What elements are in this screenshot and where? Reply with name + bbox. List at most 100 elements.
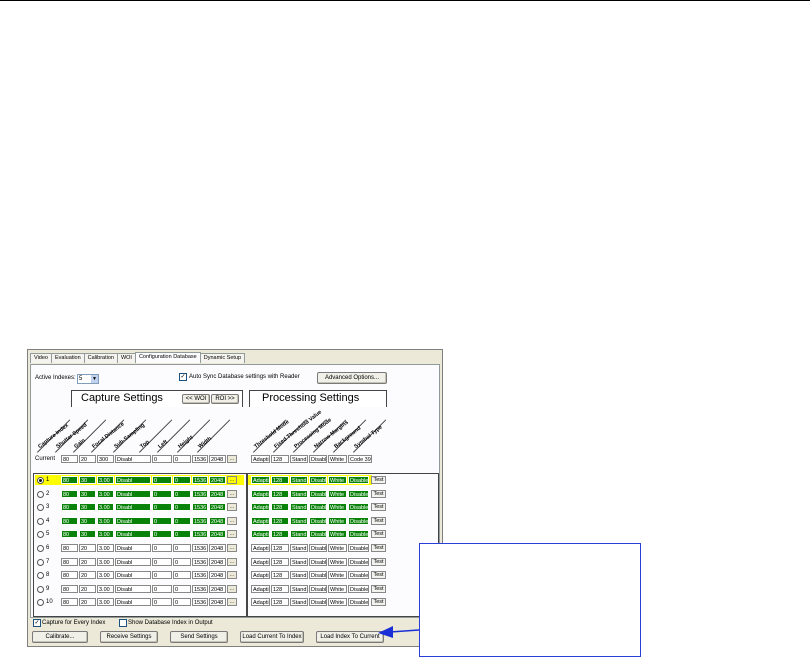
processing-field[interactable]: Disabled: [348, 571, 369, 579]
capture-field[interactable]: 0: [173, 544, 191, 552]
capture-field[interactable]: 2048: [209, 490, 226, 498]
index-radio-button[interactable]: [37, 586, 44, 593]
show-database-index-checkbox[interactable]: [119, 619, 127, 627]
index-radio-button[interactable]: [37, 504, 44, 511]
test-button[interactable]: Test: [371, 598, 386, 606]
receive-settings-button[interactable]: Receive Settings: [100, 631, 158, 643]
capture-field[interactable]: 0: [173, 490, 191, 498]
capture-field[interactable]: 1536: [192, 585, 208, 593]
current-capture-field[interactable]: Disabl: [115, 455, 151, 463]
processing-field[interactable]: Disabled: [348, 530, 369, 538]
test-button[interactable]: Test: [371, 585, 386, 593]
capture-field[interactable]: 1536: [192, 517, 208, 525]
load-index-to-current-button[interactable]: Load Index To Current: [316, 631, 384, 643]
roi-ellipsis-button[interactable]: ...: [227, 544, 237, 552]
current-processing-field[interactable]: 128: [271, 455, 289, 463]
processing-field[interactable]: Adapti: [251, 530, 270, 538]
capture-field[interactable]: 3.00: [97, 476, 114, 484]
capture-field[interactable]: 3.00: [97, 585, 114, 593]
capture-field[interactable]: 0: [152, 558, 172, 566]
roi-ellipsis-button[interactable]: ...: [227, 530, 237, 538]
capture-field[interactable]: Disabl: [115, 530, 151, 538]
auto-sync-checkbox[interactable]: ✓: [179, 373, 187, 381]
processing-field[interactable]: Adapti: [251, 490, 270, 498]
capture-field[interactable]: 3.00: [97, 598, 114, 606]
current-capture-field[interactable]: 0: [173, 455, 191, 463]
capture-field[interactable]: 30: [79, 490, 96, 498]
current-capture-field[interactable]: 20: [79, 455, 96, 463]
capture-field[interactable]: 1536: [192, 476, 208, 484]
capture-field[interactable]: 30: [79, 517, 96, 525]
processing-field[interactable]: White: [328, 490, 347, 498]
capture-field[interactable]: 1536: [192, 503, 208, 511]
processing-field[interactable]: Disabled: [348, 476, 369, 484]
capture-field[interactable]: 80: [61, 585, 78, 593]
processing-field[interactable]: Stand: [290, 490, 308, 498]
index-radio-button[interactable]: [37, 599, 44, 606]
processing-field[interactable]: White: [328, 571, 347, 579]
capture-field[interactable]: 1536: [192, 598, 208, 606]
index-radio-button[interactable]: [37, 559, 44, 566]
capture-every-index-checkbox[interactable]: ✓: [33, 619, 41, 627]
capture-field[interactable]: 3.00: [97, 517, 114, 525]
capture-field[interactable]: 3.00: [97, 571, 114, 579]
capture-field[interactable]: Disabl: [115, 598, 151, 606]
capture-field[interactable]: 3.00: [97, 530, 114, 538]
processing-field[interactable]: Disabled: [348, 503, 369, 511]
capture-field[interactable]: 0: [173, 558, 191, 566]
processing-field[interactable]: White: [328, 530, 347, 538]
capture-field[interactable]: 80: [61, 476, 78, 484]
capture-field[interactable]: 2048: [209, 598, 226, 606]
current-capture-field[interactable]: 80: [61, 455, 78, 463]
capture-field[interactable]: 2048: [209, 517, 226, 525]
roi-ellipsis-button[interactable]: ...: [227, 585, 237, 593]
tab-configuration-database[interactable]: Configuration Database: [134, 352, 201, 363]
processing-field[interactable]: Disabl: [309, 503, 327, 511]
capture-field[interactable]: 20: [79, 558, 96, 566]
processing-field[interactable]: 128: [271, 530, 289, 538]
capture-field[interactable]: 2048: [209, 530, 226, 538]
processing-field[interactable]: Adapti: [251, 585, 270, 593]
index-radio-button[interactable]: [37, 477, 44, 484]
processing-field[interactable]: Stand: [290, 558, 308, 566]
processing-field[interactable]: Disabled: [348, 558, 369, 566]
capture-field[interactable]: 0: [173, 585, 191, 593]
processing-field[interactable]: Stand: [290, 571, 308, 579]
capture-field[interactable]: 80: [61, 530, 78, 538]
capture-field[interactable]: 30: [79, 476, 96, 484]
roi-ellipsis-button[interactable]: ...: [227, 517, 237, 525]
test-button[interactable]: Test: [371, 517, 386, 525]
current-processing-field[interactable]: Code 39: [348, 455, 372, 463]
capture-field[interactable]: 0: [173, 503, 191, 511]
processing-field[interactable]: Stand: [290, 476, 308, 484]
tab-calibration[interactable]: Calibration: [83, 353, 118, 363]
capture-field[interactable]: 1536: [192, 558, 208, 566]
processing-field[interactable]: Disabl: [309, 476, 327, 484]
current-processing-field[interactable]: Stand: [290, 455, 308, 463]
capture-field[interactable]: 0: [173, 530, 191, 538]
processing-field[interactable]: Disabl: [309, 517, 327, 525]
capture-field[interactable]: Disabl: [115, 503, 151, 511]
capture-field[interactable]: 3.00: [97, 544, 114, 552]
processing-field[interactable]: Adapti: [251, 517, 270, 525]
tab-woi[interactable]: WOI: [116, 353, 136, 363]
processing-field[interactable]: Adapti: [251, 544, 270, 552]
capture-field[interactable]: 2048: [209, 585, 226, 593]
capture-field[interactable]: 1536: [192, 530, 208, 538]
capture-field[interactable]: 2048: [209, 503, 226, 511]
processing-field[interactable]: Disabl: [309, 571, 327, 579]
capture-field[interactable]: 0: [173, 571, 191, 579]
test-button[interactable]: Test: [371, 571, 386, 579]
capture-field[interactable]: 20: [79, 544, 96, 552]
current-capture-field[interactable]: 0: [152, 455, 172, 463]
processing-field[interactable]: Adapti: [251, 558, 270, 566]
current-roi-ellipsis-button[interactable]: ...: [227, 455, 237, 463]
capture-field[interactable]: 0: [152, 571, 172, 579]
capture-field[interactable]: 1536: [192, 571, 208, 579]
capture-field[interactable]: 80: [61, 571, 78, 579]
capture-field[interactable]: 2048: [209, 544, 226, 552]
processing-field[interactable]: Disabled: [348, 585, 369, 593]
current-processing-field[interactable]: Disabl: [309, 455, 327, 463]
capture-field[interactable]: Disabl: [115, 517, 151, 525]
processing-field[interactable]: 128: [271, 585, 289, 593]
